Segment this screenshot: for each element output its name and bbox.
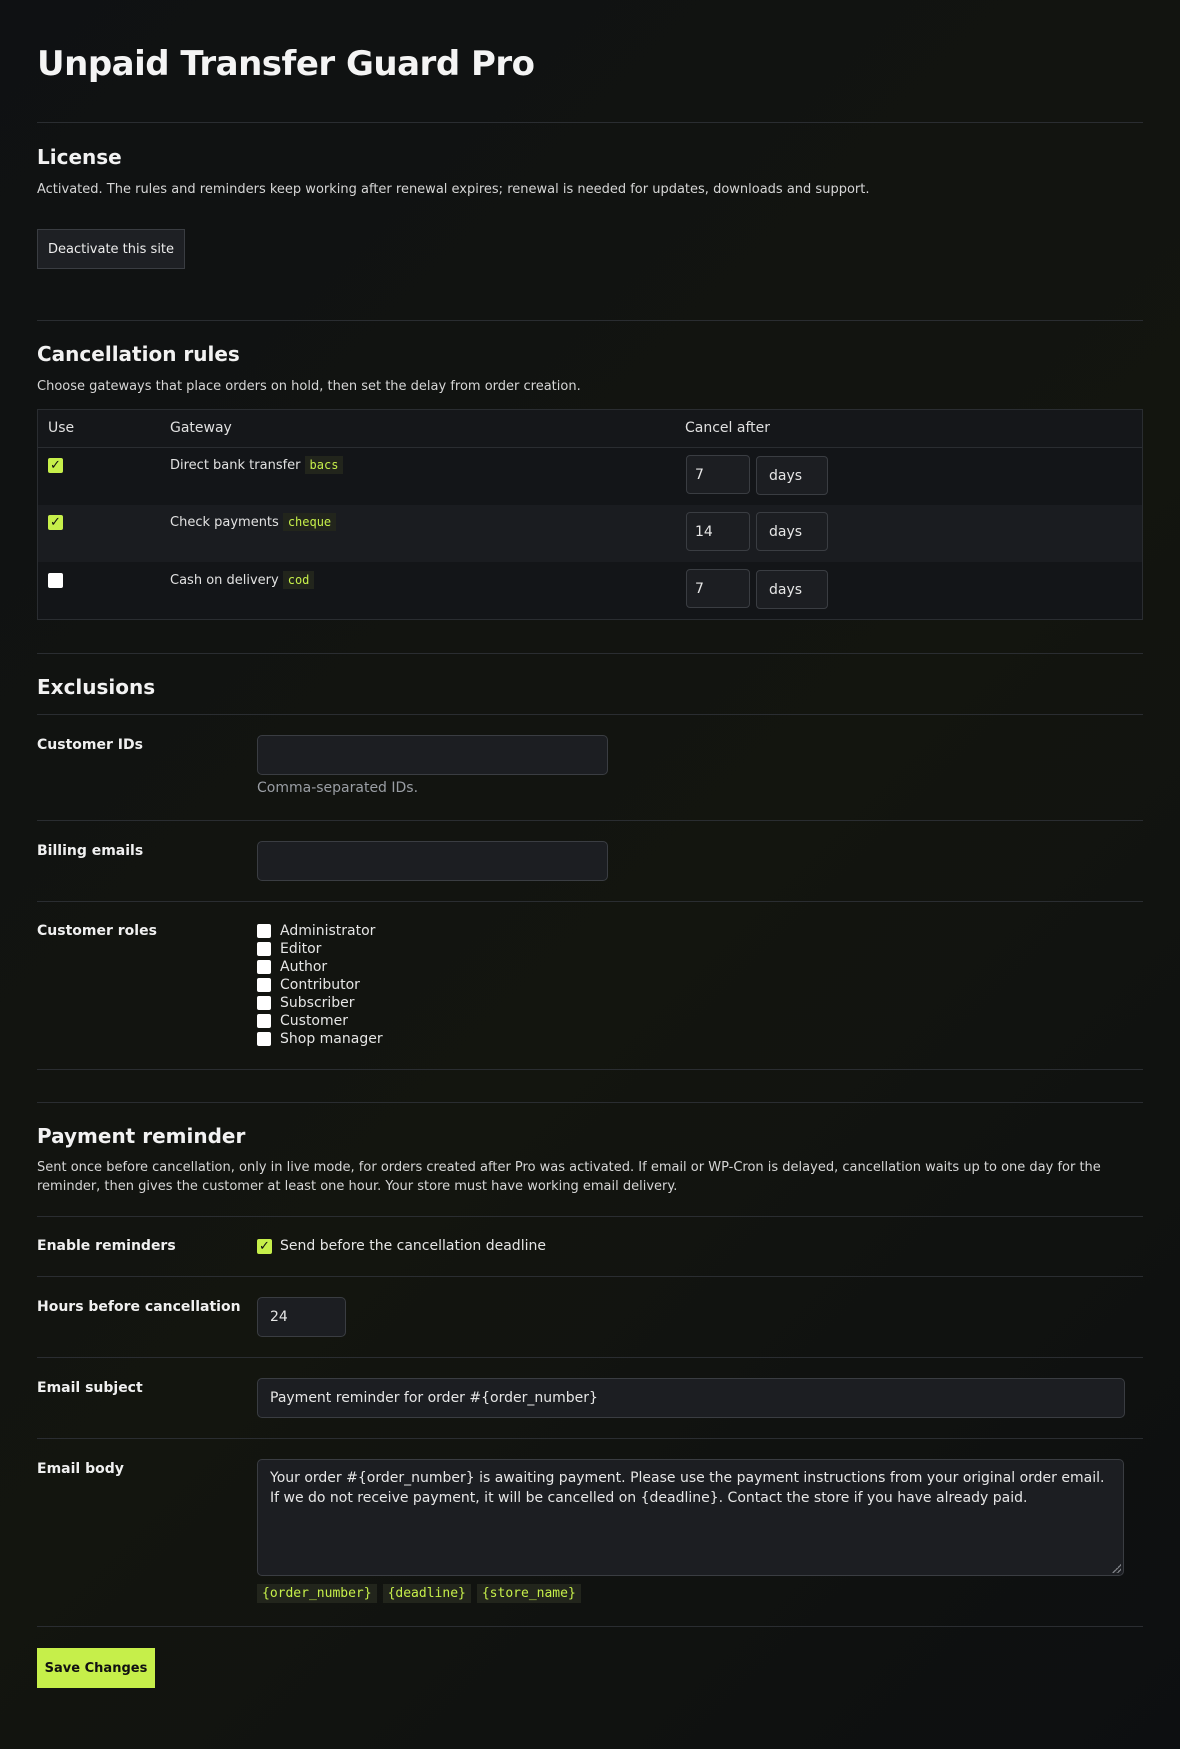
column-header-cancel-after: Cancel after xyxy=(685,420,770,436)
placeholder-tag: {deadline} xyxy=(382,1584,471,1603)
divider xyxy=(37,714,1143,715)
divider xyxy=(37,901,1143,902)
gateway-row-bacs: Direct bank transferbacs 7 days xyxy=(38,448,1142,505)
resize-grip-icon[interactable] xyxy=(1112,1564,1121,1573)
gateway-table: Use Gateway Cancel after Direct bank tra… xyxy=(37,409,1143,620)
role-option-author[interactable]: Author xyxy=(257,958,383,976)
gateway-checkbox-bacs[interactable] xyxy=(48,458,63,473)
divider xyxy=(37,1102,1143,1103)
cancel-after-unit-select[interactable]: days xyxy=(756,570,828,609)
role-option-shop-manager[interactable]: Shop manager xyxy=(257,1030,383,1048)
divider xyxy=(37,1438,1143,1439)
hours-before-label: Hours before cancellation xyxy=(37,1299,241,1315)
email-body-textarea[interactable]: Your order #{order_number} is awaiting p… xyxy=(257,1459,1124,1576)
column-header-gateway: Gateway xyxy=(170,420,232,436)
placeholder-tag: {store_name} xyxy=(476,1584,581,1603)
role-option-contributor[interactable]: Contributor xyxy=(257,976,383,994)
checkbox[interactable] xyxy=(257,1032,271,1046)
billing-emails-input[interactable] xyxy=(257,841,608,881)
cancel-after-amount-input[interactable]: 7 xyxy=(686,455,750,494)
cancel-after-unit-select[interactable]: days xyxy=(756,512,828,551)
enable-reminders-label: Enable reminders xyxy=(37,1238,176,1254)
cancel-after-amount-input[interactable]: 14 xyxy=(686,512,750,551)
cancellation-heading: Cancellation rules xyxy=(37,342,240,366)
divider xyxy=(37,1276,1143,1277)
settings-page: Unpaid Transfer Guard Pro License Activa… xyxy=(0,0,1180,1749)
customer-roles-list: Administrator Editor Author Contributor … xyxy=(257,922,383,1048)
gateway-checkbox-cheque[interactable] xyxy=(48,515,63,530)
role-option-administrator[interactable]: Administrator xyxy=(257,922,383,940)
placeholder-tag: {order_number} xyxy=(257,1584,377,1603)
email-body-label: Email body xyxy=(37,1461,124,1477)
checkbox[interactable] xyxy=(257,960,271,974)
gateway-code: bacs xyxy=(304,456,344,474)
license-heading: License xyxy=(37,145,122,169)
gateway-table-header: Use Gateway Cancel after xyxy=(38,410,1142,448)
checkbox[interactable] xyxy=(257,1014,271,1028)
gateway-code: cheque xyxy=(282,513,337,531)
reminder-heading: Payment reminder xyxy=(37,1124,246,1148)
email-subject-input[interactable]: Payment reminder for order #{order_numbe… xyxy=(257,1378,1125,1418)
placeholder-tags: {order_number} {deadline} {store_name} xyxy=(257,1584,581,1603)
gateway-row-cheque: Check paymentscheque 14 days xyxy=(38,505,1142,562)
gateway-name: Check payments cheque xyxy=(170,513,337,531)
divider xyxy=(37,1626,1143,1627)
reminder-description: Sent once before cancellation, only in l… xyxy=(37,1160,1101,1194)
divider xyxy=(37,1216,1143,1217)
enable-reminders-option[interactable]: Send before the cancellation deadline xyxy=(257,1238,546,1254)
role-option-editor[interactable]: Editor xyxy=(257,940,383,958)
checkbox[interactable] xyxy=(257,942,271,956)
checkbox[interactable] xyxy=(257,978,271,992)
role-option-customer[interactable]: Customer xyxy=(257,1012,383,1030)
checkbox[interactable] xyxy=(257,924,271,938)
gateway-code: cod xyxy=(282,571,315,589)
cancel-after-unit-select[interactable]: days xyxy=(756,456,828,495)
cancel-after-amount-input[interactable]: 7 xyxy=(686,569,750,608)
email-subject-label: Email subject xyxy=(37,1380,143,1396)
gateway-name: Cash on delivery cod xyxy=(170,571,315,589)
enable-reminders-checkbox[interactable] xyxy=(257,1238,272,1254)
deactivate-site-button[interactable]: Deactivate this site xyxy=(37,229,185,269)
divider xyxy=(37,1069,1143,1070)
gateway-checkbox-cod[interactable] xyxy=(48,573,63,588)
role-option-subscriber[interactable]: Subscriber xyxy=(257,994,383,1012)
checkbox[interactable] xyxy=(257,996,271,1010)
customer-ids-help: Comma-separated IDs. xyxy=(257,780,419,796)
divider xyxy=(37,653,1143,654)
license-description: Activated. The rules and reminders keep … xyxy=(37,182,870,197)
divider xyxy=(37,122,1143,123)
column-header-use: Use xyxy=(48,420,75,436)
hours-before-input[interactable]: 24 xyxy=(257,1297,346,1337)
customer-ids-input[interactable] xyxy=(257,735,608,775)
divider xyxy=(37,320,1143,321)
gateway-name: Direct bank transfer bacs xyxy=(170,456,344,474)
customer-roles-label: Customer roles xyxy=(37,923,157,939)
gateway-row-cod: Cash on delivery cod 7 days xyxy=(38,562,1142,619)
save-changes-button[interactable]: Save Changes xyxy=(37,1648,155,1688)
divider xyxy=(37,820,1143,821)
page-title: Unpaid Transfer Guard Pro xyxy=(37,44,535,84)
divider xyxy=(37,1357,1143,1358)
exclusions-heading: Exclusions xyxy=(37,675,156,699)
cancellation-description: Choose gateways that place orders on hol… xyxy=(37,379,581,394)
customer-ids-label: Customer IDs xyxy=(37,737,143,753)
billing-emails-label: Billing emails xyxy=(37,843,144,859)
